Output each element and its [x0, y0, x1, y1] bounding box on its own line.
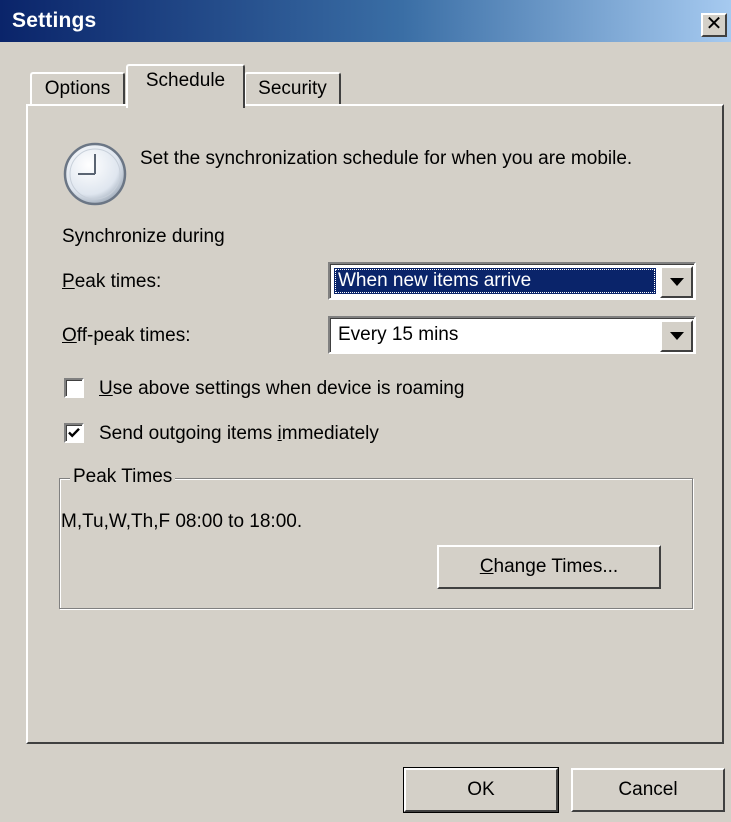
- close-button[interactable]: ✕: [701, 13, 727, 37]
- title-bar[interactable]: Settings ✕: [0, 0, 731, 42]
- outgoing-label-after: mmediately: [281, 423, 379, 444]
- tab-options[interactable]: Options: [30, 72, 125, 106]
- change-times-button[interactable]: Change Times...: [437, 545, 661, 589]
- check-icon: [68, 427, 80, 438]
- roaming-mnemonic: U: [99, 378, 113, 399]
- roaming-label-text: se above settings when device is roaming: [112, 378, 465, 399]
- outgoing-label-before: Send outgoing items: [99, 423, 278, 444]
- send-outgoing-checkbox[interactable]: [64, 423, 84, 443]
- peak-times-select[interactable]: When new items arrive: [328, 262, 696, 300]
- change-times-label: hange Times...: [493, 556, 619, 577]
- peak-times-group-title: Peak Times: [70, 466, 176, 488]
- peak-times-summary: M,Tu,W,Th,F 08:00 to 18:00.: [61, 511, 303, 532]
- tab-security[interactable]: Security: [244, 72, 341, 106]
- peak-times-mnemonic: P: [62, 271, 75, 292]
- synchronize-during-label: Synchronize during: [62, 226, 225, 247]
- roaming-checkbox-label[interactable]: Use above settings when device is roamin…: [99, 378, 464, 400]
- chevron-down-icon: [669, 278, 684, 286]
- send-outgoing-checkbox-label[interactable]: Send outgoing items immediately: [99, 423, 379, 445]
- peak-times-label: Peak times:: [62, 271, 161, 293]
- tab-schedule-label: Schedule: [145, 70, 226, 91]
- offpeak-times-dropdown-button[interactable]: [660, 320, 693, 352]
- tab-security-label: Security: [258, 78, 327, 99]
- chevron-down-icon: [669, 332, 684, 340]
- peak-times-label-text: eak times:: [74, 271, 162, 292]
- cancel-button[interactable]: Cancel: [571, 768, 725, 812]
- ok-label: OK: [467, 779, 495, 800]
- offpeak-times-value: Every 15 mins: [338, 324, 459, 345]
- offpeak-times-label-text: ff-peak times:: [76, 325, 191, 346]
- close-icon: ✕: [705, 13, 723, 35]
- offpeak-times-mnemonic: O: [62, 325, 77, 346]
- schedule-intro-text: Set the synchronization schedule for whe…: [140, 148, 633, 169]
- offpeak-times-label: Off-peak times:: [62, 325, 190, 347]
- offpeak-times-select[interactable]: Every 15 mins: [328, 316, 696, 354]
- cancel-label: Cancel: [618, 779, 678, 800]
- tab-options-label: Options: [44, 78, 111, 99]
- change-times-mnemonic: C: [479, 556, 494, 577]
- tab-schedule[interactable]: Schedule: [126, 64, 245, 108]
- ok-button[interactable]: OK: [403, 767, 559, 813]
- window-title: Settings: [12, 9, 97, 32]
- clock-icon: [63, 142, 127, 206]
- settings-dialog: Settings ✕ Options Schedule Security Set…: [0, 0, 731, 822]
- roaming-checkbox[interactable]: [64, 378, 84, 398]
- peak-times-dropdown-button[interactable]: [660, 266, 693, 298]
- peak-times-group: Peak Times M,Tu,W,Th,F 08:00 to 18:00.: [59, 466, 693, 609]
- peak-times-value: When new items arrive: [334, 268, 656, 294]
